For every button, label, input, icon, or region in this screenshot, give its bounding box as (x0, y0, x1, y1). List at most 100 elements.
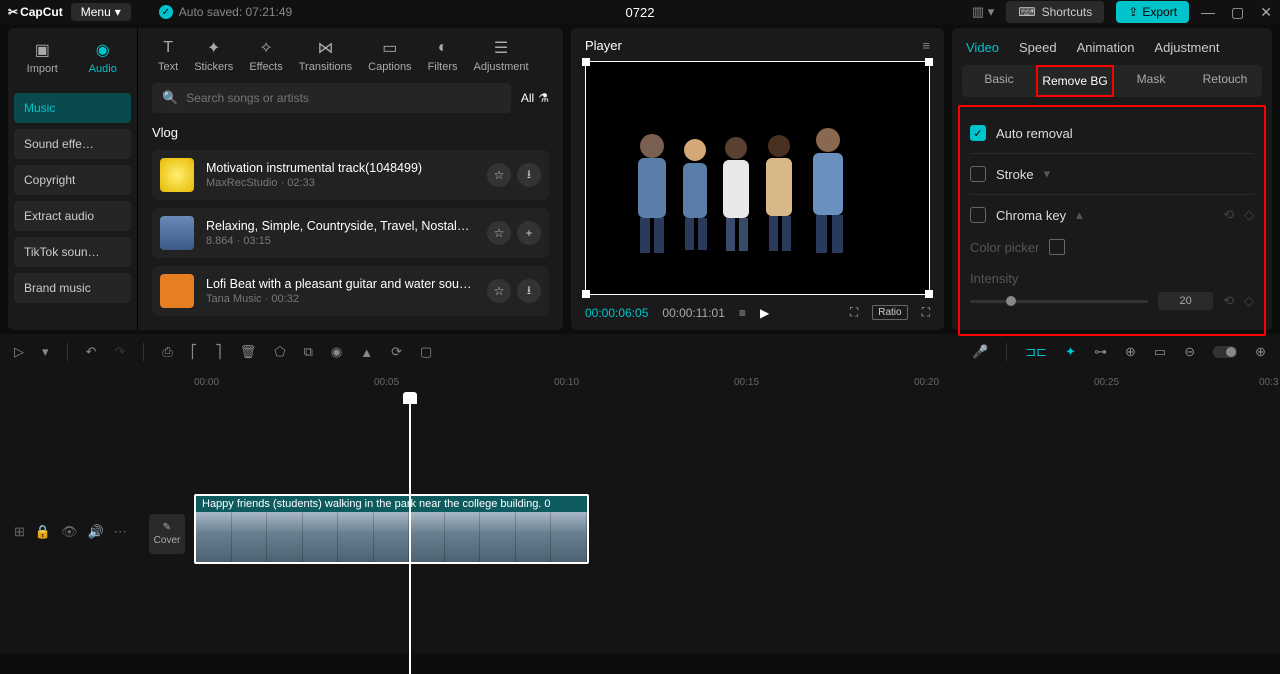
chroma-key-row[interactable]: Chroma key ▴ ⟲ ◇ (970, 199, 1254, 231)
pointer-icon[interactable]: ▷ (14, 344, 24, 360)
minimize-icon[interactable]: — (1201, 4, 1215, 21)
hamburger-icon[interactable]: ≡ (922, 38, 930, 53)
effects-icon: ✧ (249, 38, 282, 58)
mute-icon[interactable]: 🔊 (88, 524, 104, 540)
eye-icon[interactable]: 👁 (61, 524, 78, 540)
magnet-icon[interactable]: ⊐⊏ (1025, 344, 1047, 360)
intensity-value[interactable]: 20 (1158, 292, 1213, 310)
download-button[interactable]: ⭳ (517, 279, 541, 303)
checkbox-icon[interactable] (970, 207, 986, 223)
shape-icon[interactable]: ⬠ (274, 344, 285, 360)
remove-bg-options: ✓ Auto removal Stroke ▾ Chroma key ▴ ⟲ ◇… (958, 105, 1266, 336)
subtab-retouch[interactable]: Retouch (1188, 65, 1262, 97)
snap-icon[interactable]: ✦ (1065, 344, 1076, 360)
favorite-button[interactable]: ☆ (487, 163, 511, 187)
timeline-ruler[interactable]: 00:00 00:05 00:10 00:15 00:20 00:25 00:3 (14, 370, 1266, 394)
props-tab-adjustment[interactable]: Adjustment (1154, 40, 1219, 55)
tab-adjustment[interactable]: ☰Adjustment (468, 38, 535, 73)
rotate-icon[interactable]: ⟳ (391, 344, 402, 360)
ratio-button[interactable]: Ratio (872, 305, 907, 320)
sidebar-item-copyright[interactable]: Copyright (14, 165, 131, 195)
auto-removal-row[interactable]: ✓ Auto removal (970, 117, 1254, 149)
mic-icon[interactable]: 🎤 (972, 344, 988, 360)
subtab-mask[interactable]: Mask (1114, 65, 1188, 97)
layout-icon[interactable]: ▥ ▾ (972, 4, 994, 20)
cover-button[interactable]: ✎ Cover (149, 514, 185, 554)
video-clip[interactable]: Happy friends (students) walking in the … (194, 494, 589, 564)
tab-captions[interactable]: ▭Captions (362, 38, 417, 73)
tab-import[interactable]: ▣Import (12, 40, 73, 75)
track-thumbnail (160, 158, 194, 192)
player-controls: 00:00:06:05 00:00:11:01 ≡ ▶ ⛶ Ratio ⛶ (585, 305, 930, 320)
sidebar-item-tiktok-sounds[interactable]: TikTok soun… (14, 237, 131, 267)
shortcuts-button[interactable]: ⌨ Shortcuts (1006, 1, 1104, 23)
player-canvas[interactable] (585, 61, 930, 295)
stroke-row[interactable]: Stroke ▾ (970, 158, 1254, 190)
play-button[interactable]: ▶ (760, 306, 769, 320)
audio-icon: ◉ (73, 40, 134, 60)
checkbox-checked-icon[interactable]: ✓ (970, 125, 986, 141)
trim-right-icon[interactable]: ⎤ (215, 344, 222, 360)
keyframe-icon[interactable]: ◇ (1244, 293, 1254, 309)
tab-transitions[interactable]: ⋈Transitions (293, 38, 358, 73)
track-row[interactable]: Lofi Beat with a pleasant guitar and wat… (152, 266, 549, 316)
plus-icon: + (525, 226, 532, 240)
sidebar-item-music[interactable]: Music (14, 93, 131, 123)
search-input[interactable]: 🔍 (152, 83, 511, 113)
sidebar-item-brand-music[interactable]: Brand music (14, 273, 131, 303)
subtab-basic[interactable]: Basic (962, 65, 1036, 97)
tab-text[interactable]: TText (152, 38, 184, 73)
zoom-in-icon[interactable]: ⊕ (1255, 344, 1266, 360)
checkbox-icon[interactable] (970, 166, 986, 182)
props-tab-speed[interactable]: Speed (1019, 40, 1057, 55)
add-button[interactable]: + (517, 221, 541, 245)
playhead[interactable] (409, 394, 411, 674)
tab-filters[interactable]: ◐Filters (422, 38, 464, 73)
favorite-button[interactable]: ☆ (487, 279, 511, 303)
reset-icon[interactable]: ⟲ (1223, 207, 1234, 223)
delete-icon[interactable]: 🗑 (240, 344, 257, 360)
intensity-slider[interactable] (970, 300, 1148, 303)
reset-icon[interactable]: ⟲ (1223, 293, 1234, 309)
redo-icon[interactable]: ↷ (114, 344, 125, 360)
link-icon[interactable]: ⊶ (1094, 344, 1107, 360)
align-icon[interactable]: ⊕ (1125, 344, 1136, 360)
tab-effects[interactable]: ✧Effects (243, 38, 288, 73)
tab-audio[interactable]: ◉Audio (73, 40, 134, 75)
preview-icon[interactable]: ▭ (1154, 344, 1166, 360)
menu-button[interactable]: Menu ▾ (71, 3, 131, 21)
props-tab-video[interactable]: Video (966, 40, 999, 55)
close-icon[interactable]: ✕ (1260, 4, 1272, 21)
fullscreen-icon[interactable]: ⛶ (922, 305, 930, 320)
track-row[interactable]: Motivation instrumental track(1048499) M… (152, 150, 549, 200)
split-icon[interactable]: ⎙ (162, 344, 172, 360)
track-row[interactable]: Relaxing, Simple, Countryside, Travel, N… (152, 208, 549, 258)
lock-icon[interactable]: 🔒 (35, 524, 51, 540)
props-tab-animation[interactable]: Animation (1077, 40, 1135, 55)
trim-left-icon[interactable]: ⎡ (191, 344, 198, 360)
crop-icon[interactable]: ▢ (420, 344, 432, 360)
download-button[interactable]: ⭳ (517, 163, 541, 187)
sidebar-item-sound-effects[interactable]: Sound effe… (14, 129, 131, 159)
keyframe-icon[interactable]: ◇ (1244, 207, 1254, 223)
zoom-slider[interactable] (1213, 346, 1237, 358)
chevron-down-icon[interactable]: ▾ (42, 344, 49, 360)
filter-all-button[interactable]: All ⚗ (521, 91, 549, 105)
favorite-button[interactable]: ☆ (487, 221, 511, 245)
more-icon[interactable]: ⋯ (114, 524, 127, 540)
mirror-icon[interactable]: ▲ (360, 345, 373, 360)
undo-icon[interactable]: ↶ (86, 344, 97, 360)
sidebar-item-extract-audio[interactable]: Extract audio (14, 201, 131, 231)
scale-icon[interactable]: ⛶ (850, 305, 858, 320)
sticker-icon: ✦ (194, 38, 233, 58)
export-button[interactable]: ⇪ Export (1116, 1, 1189, 23)
copy-icon[interactable]: ⧉ (304, 344, 313, 360)
subtab-remove-bg[interactable]: Remove BG (1036, 65, 1114, 97)
maximize-icon[interactable]: ▢ (1231, 4, 1244, 21)
expand-icon[interactable]: ⊞ (14, 524, 25, 540)
tab-stickers[interactable]: ✦Stickers (188, 38, 239, 73)
list-icon[interactable]: ≡ (739, 306, 746, 320)
speed-icon[interactable]: ◉ (331, 344, 342, 360)
zoom-out-icon[interactable]: ⊖ (1184, 344, 1195, 360)
player-label: Player (585, 38, 622, 53)
